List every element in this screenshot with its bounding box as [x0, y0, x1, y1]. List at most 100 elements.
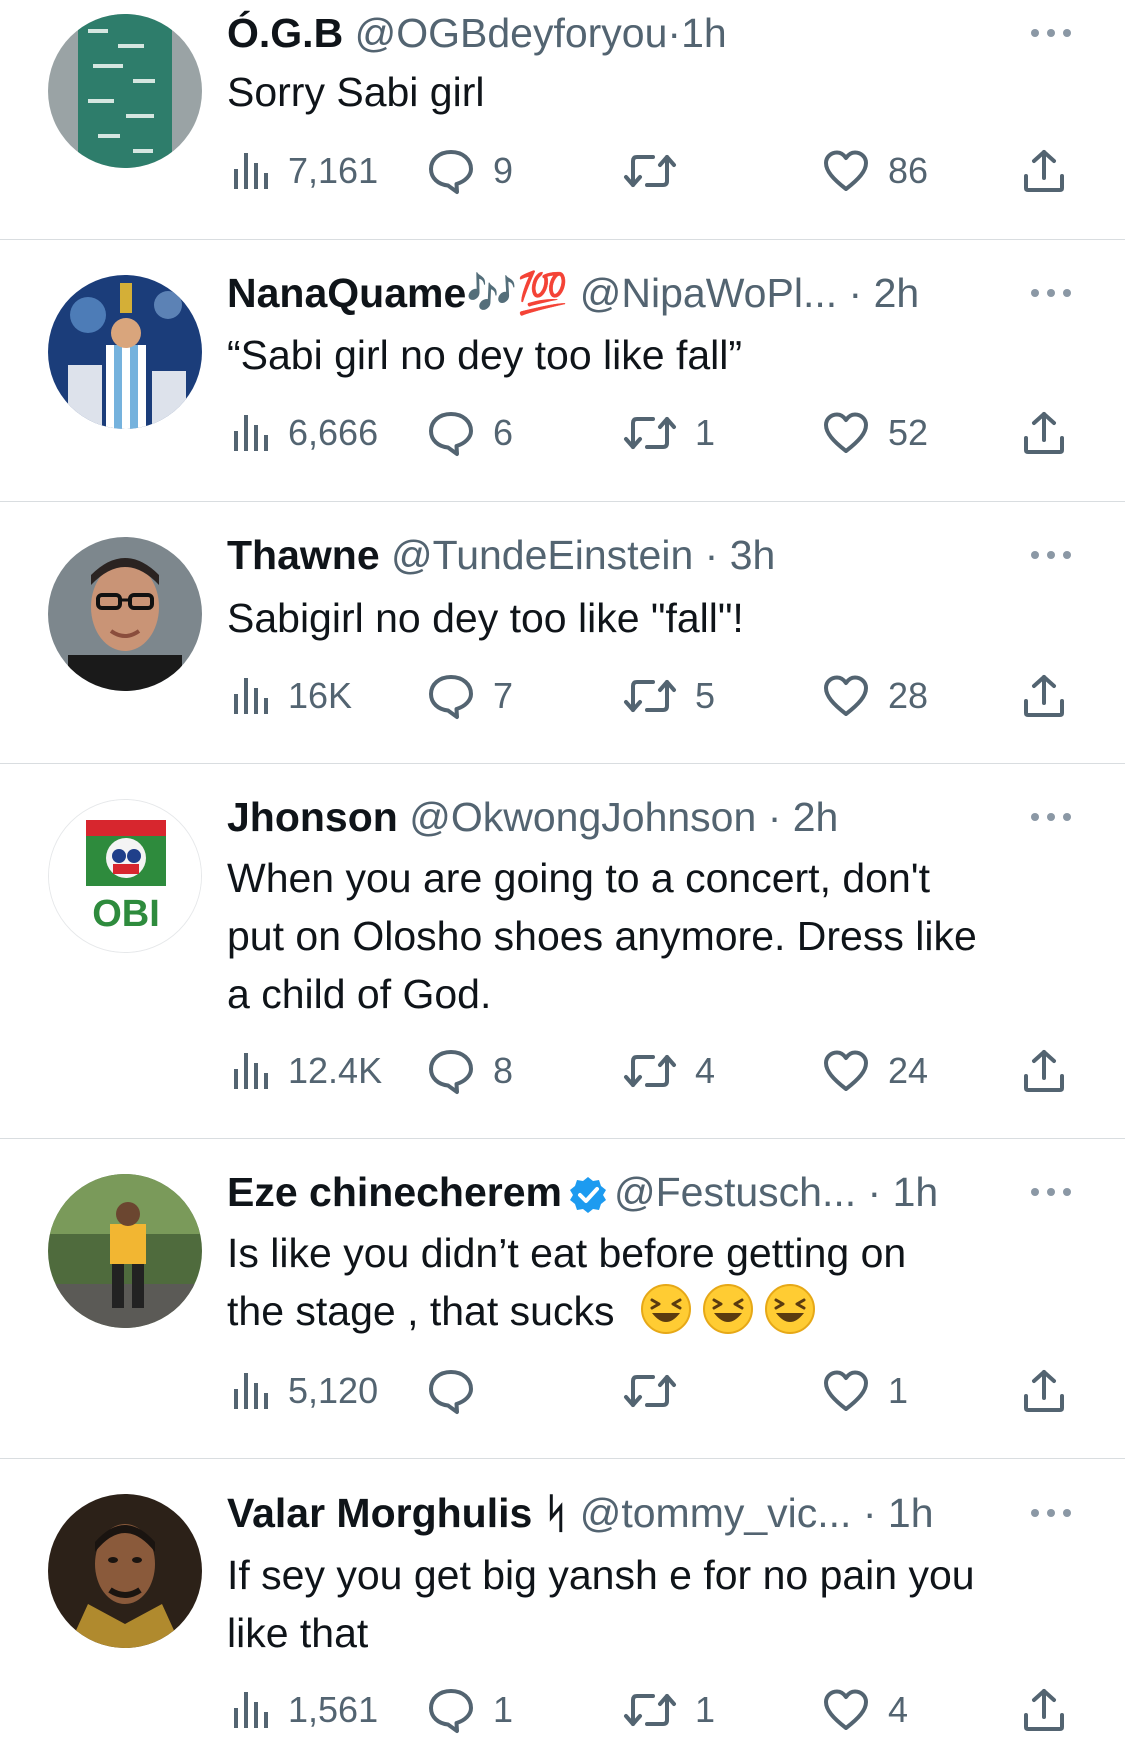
separator-dot: ·: [867, 1169, 882, 1215]
name-emoji: 🎶💯: [466, 270, 569, 316]
like-button[interactable]: 24: [822, 1043, 928, 1099]
heart-icon: [824, 1689, 868, 1730]
avatar[interactable]: [48, 1174, 202, 1328]
display-name[interactable]: NanaQuame: [227, 270, 466, 316]
avatar[interactable]: OBI: [48, 799, 202, 953]
retweet-button[interactable]: [623, 143, 695, 199]
views-chart-icon: [234, 678, 268, 714]
more-dots-icon[interactable]: [1028, 1182, 1074, 1202]
like-count: 24: [888, 1050, 929, 1091]
like-button[interactable]: 4: [822, 1682, 908, 1738]
more-dots-icon[interactable]: [1028, 807, 1074, 827]
views-count: 7,161: [288, 150, 379, 191]
retweet-button[interactable]: 4: [623, 1043, 715, 1099]
retweet-button[interactable]: 1: [623, 405, 715, 461]
timestamp[interactable]: 3h: [730, 532, 776, 578]
display-name[interactable]: Valar Morghulis: [227, 1490, 532, 1536]
display-name[interactable]: Eze chinecherem: [227, 1169, 562, 1215]
timestamp[interactable]: 1h: [888, 1490, 934, 1536]
handle[interactable]: @OkwongJohnson: [409, 794, 756, 840]
tweet[interactable]: NanaQuame🎶💯 @NipaWoPl... · 2h “Sabi girl…: [0, 240, 1125, 502]
handle[interactable]: @tommy_vic...: [580, 1490, 852, 1536]
tweet-text-line: If sey you get big yansh e for no pain y…: [227, 1552, 975, 1598]
like-button[interactable]: 1: [822, 1363, 908, 1419]
share-button[interactable]: [1022, 1363, 1066, 1419]
more-dots-icon[interactable]: [1028, 23, 1074, 43]
tweet-actions: 6,666 6 1 52: [227, 405, 1077, 461]
timestamp[interactable]: 1h: [893, 1169, 939, 1215]
tweet-actions: 12.4K 8 4 24: [227, 1043, 1077, 1099]
reply-bubble-icon: [429, 150, 473, 194]
timestamp[interactable]: 2h: [874, 270, 920, 316]
handle[interactable]: @OGBdeyforyou: [355, 10, 668, 56]
retweet-icon: [624, 417, 676, 449]
tweet-text-line-content: the stage , that sucks: [227, 1288, 615, 1334]
like-button[interactable]: 52: [822, 405, 928, 461]
reply-button[interactable]: [427, 1363, 493, 1419]
reply-count: 7: [493, 675, 514, 716]
tweet-text-line: Sorry Sabi girl: [227, 69, 485, 115]
retweet-button[interactable]: 1: [623, 1682, 715, 1738]
tweet-text-line: a child of God.: [227, 971, 492, 1017]
more-dots-icon[interactable]: [1028, 283, 1074, 303]
tweet[interactable]: Thawne @TundeEinstein · 3h Sabigirl no d…: [0, 502, 1125, 764]
tweet-actions: 1,561 1 1 4: [227, 1682, 1077, 1738]
display-name[interactable]: Jhonson: [227, 794, 398, 840]
like-button[interactable]: 28: [822, 668, 928, 724]
reply-button[interactable]: 7: [427, 668, 513, 724]
views-button[interactable]: 12.4K: [232, 1043, 382, 1099]
timestamp[interactable]: 1h: [681, 10, 727, 56]
more-dots-icon[interactable]: [1028, 545, 1074, 565]
share-button[interactable]: [1022, 1682, 1066, 1738]
tweet[interactable]: Eze chinecherem @Festusch... · 1h Is like…: [0, 1139, 1125, 1459]
like-button[interactable]: 86: [822, 143, 928, 199]
views-chart-icon: [234, 153, 268, 189]
reply-button[interactable]: 8: [427, 1043, 513, 1099]
tweet[interactable]: OBI Jhonson @OkwongJohnson · 2h When you…: [0, 764, 1125, 1139]
tweet-text-line: “Sabi girl no dey too like fall”: [227, 332, 743, 378]
share-button[interactable]: [1022, 405, 1066, 461]
retweet-count: 1: [695, 1689, 716, 1730]
reply-bubble-icon: [429, 412, 473, 456]
like-count: 1: [888, 1370, 909, 1411]
tweet-text-line: Is like you didn’t eat before getting on: [227, 1230, 907, 1276]
retweet-button[interactable]: [623, 1363, 695, 1419]
heart-icon: [824, 150, 868, 191]
timestamp[interactable]: 2h: [793, 794, 839, 840]
heart-icon: [824, 1370, 868, 1411]
reply-count: 8: [493, 1050, 514, 1091]
reply-button[interactable]: 9: [427, 143, 513, 199]
more-dots-icon[interactable]: [1028, 1503, 1074, 1523]
handle[interactable]: @TundeEinstein: [391, 532, 693, 578]
reply-bubble-icon: [429, 675, 473, 719]
handle[interactable]: @Festusch...: [614, 1169, 856, 1215]
tweet-text-line: put on Olosho shoes anymore. Dress like: [227, 913, 977, 959]
reply-button[interactable]: 1: [427, 1682, 513, 1738]
display-name[interactable]: Thawne: [227, 532, 380, 578]
tweet[interactable]: Valar Morghulis ᛋ @tommy_vic... · 1h If …: [0, 1459, 1125, 1761]
tweet-header: NanaQuame🎶💯 @NipaWoPl... · 2h: [227, 265, 919, 321]
avatar[interactable]: [48, 537, 202, 691]
retweet-button[interactable]: 5: [623, 668, 715, 724]
display-name[interactable]: Ó.G.B: [227, 10, 343, 56]
tweet[interactable]: Ó.G.B @OGBdeyforyou·1h Sorry Sabi girl 7…: [0, 0, 1125, 240]
reply-count: 1: [493, 1689, 514, 1730]
views-button[interactable]: 6,666: [232, 405, 378, 461]
separator-dot: ·: [848, 270, 863, 316]
views-button[interactable]: 7,161: [232, 143, 378, 199]
heart-icon: [824, 412, 868, 453]
views-button[interactable]: 5,120: [232, 1363, 378, 1419]
share-button[interactable]: [1022, 1043, 1066, 1099]
share-button[interactable]: [1022, 143, 1066, 199]
handle[interactable]: @NipaWoPl...: [580, 270, 837, 316]
retweet-count: 4: [695, 1050, 716, 1091]
avatar[interactable]: [48, 275, 202, 429]
reply-button[interactable]: 6: [427, 405, 513, 461]
like-count: 86: [888, 150, 929, 191]
views-button[interactable]: 16K: [232, 668, 352, 724]
tweet-text: When you are going to a concert, don't p…: [227, 849, 1087, 1023]
avatar[interactable]: [48, 14, 202, 168]
avatar[interactable]: [48, 1494, 202, 1648]
share-button[interactable]: [1022, 668, 1066, 724]
views-button[interactable]: 1,561: [232, 1682, 378, 1738]
